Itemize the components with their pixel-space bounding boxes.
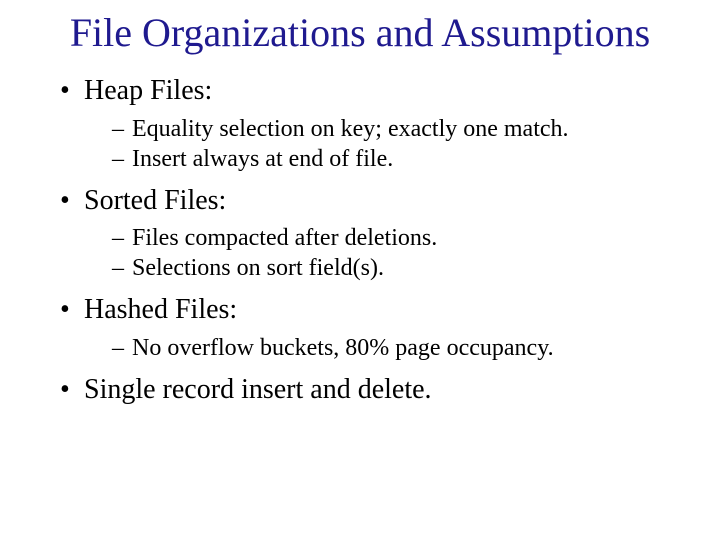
bullet-label: Single record insert and delete. <box>84 374 432 405</box>
bullet-hashed-files: Hashed Files: No overflow buckets, 80% p… <box>60 293 680 363</box>
bullet-single-record: Single record insert and delete. <box>60 373 680 407</box>
sub-item: Insert always at end of file. <box>112 144 680 174</box>
bullet-label: Heap Files: <box>84 75 212 106</box>
bullet-label: Sorted Files: <box>84 185 226 216</box>
sub-item: Equality selection on key; exactly one m… <box>112 114 680 144</box>
sub-item: Files compacted after deletions. <box>112 223 680 253</box>
sub-list: Files compacted after deletions. Selecti… <box>84 223 680 283</box>
slide-title: File Organizations and Assumptions <box>40 10 680 56</box>
bullet-sorted-files: Sorted Files: Files compacted after dele… <box>60 184 680 284</box>
sub-list: No overflow buckets, 80% page occupancy. <box>84 333 680 363</box>
bullet-label: Hashed Files: <box>84 294 237 325</box>
sub-list: Equality selection on key; exactly one m… <box>84 114 680 174</box>
main-bullet-list: Heap Files: Equality selection on key; e… <box>40 74 680 406</box>
sub-item: Selections on sort field(s). <box>112 253 680 283</box>
bullet-heap-files: Heap Files: Equality selection on key; e… <box>60 74 680 174</box>
sub-item: No overflow buckets, 80% page occupancy. <box>112 333 680 363</box>
